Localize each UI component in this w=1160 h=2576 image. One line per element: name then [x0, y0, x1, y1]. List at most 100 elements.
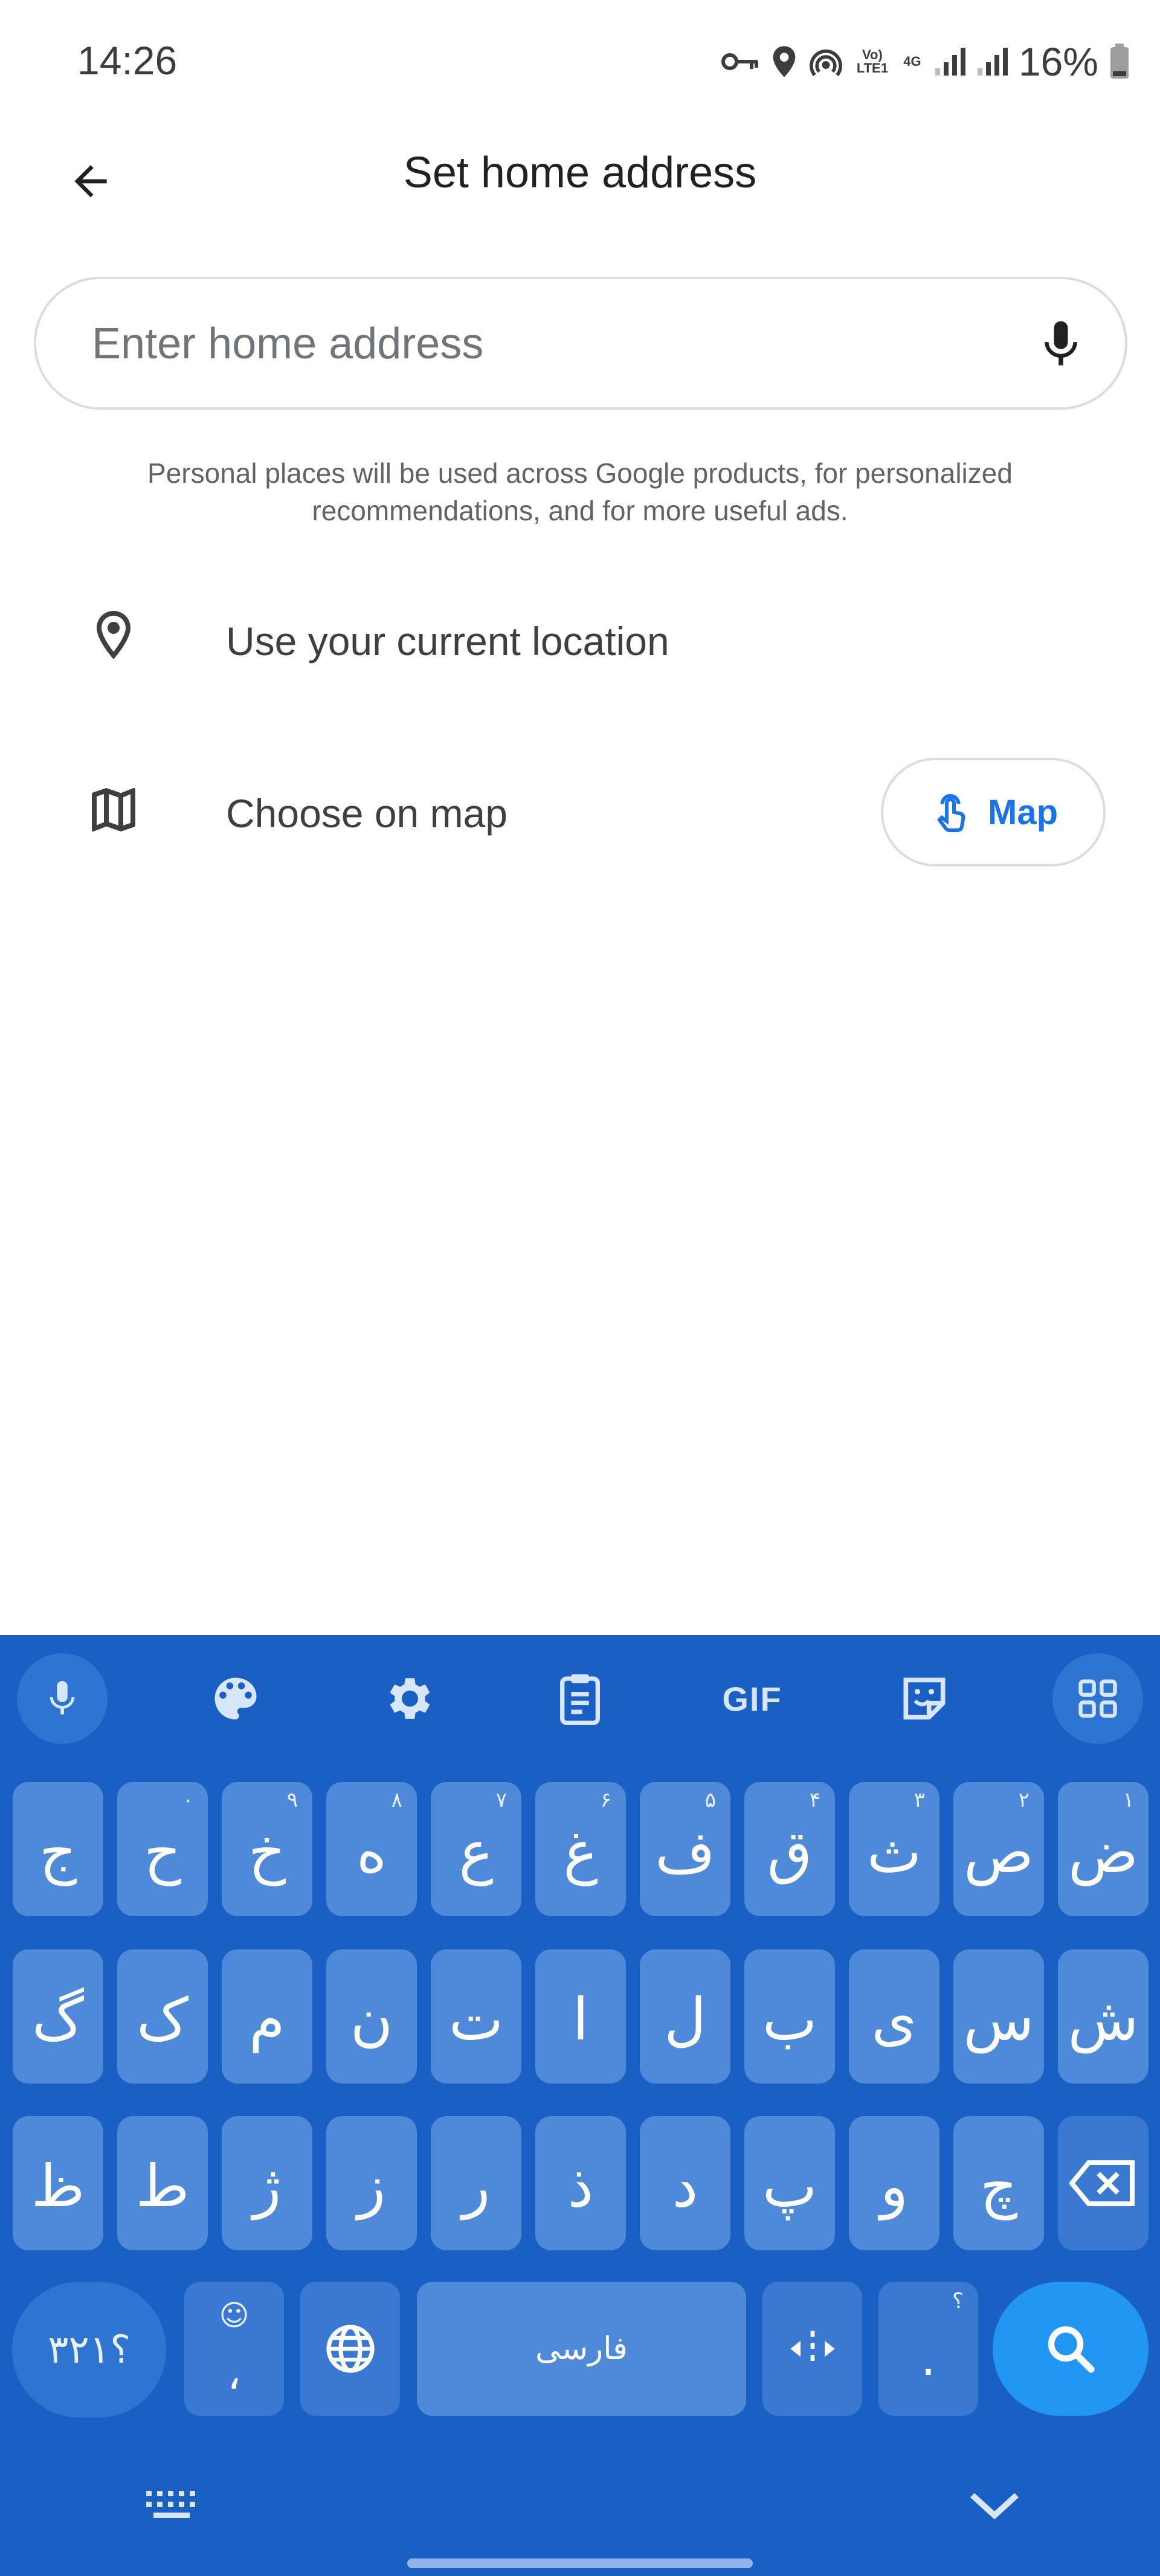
key-hint: ۲	[1018, 1788, 1030, 1812]
key-char: ل	[664, 1986, 706, 2053]
key[interactable]: ۰ح	[117, 1782, 208, 1916]
privacy-disclaimer: Personal places will be used across Goog…	[72, 454, 1088, 529]
page-title: Set home address	[403, 149, 757, 197]
key[interactable]: ۱ض	[1058, 1782, 1149, 1916]
gif-button[interactable]: GIF	[707, 1653, 798, 1744]
language-switch-key[interactable]	[300, 2282, 400, 2416]
key[interactable]: م	[222, 1949, 312, 2084]
key[interactable]: ن	[326, 1949, 417, 2084]
use-current-location-label: Use your current location	[226, 619, 669, 663]
period-label: .	[920, 2329, 936, 2386]
key[interactable]: ل	[640, 1949, 730, 2084]
status-icons: Vo) LTE1 4G 16%	[720, 37, 1130, 86]
key[interactable]: ۷ع	[431, 1782, 521, 1916]
key-char: ذ	[567, 2152, 594, 2220]
theme-button[interactable]	[190, 1653, 281, 1744]
voice-input-button[interactable]	[17, 1653, 108, 1744]
choose-on-map-label: Choose on map	[226, 791, 507, 836]
grid-icon	[1078, 1679, 1117, 1718]
key[interactable]: ظ	[13, 2116, 103, 2250]
emoji-comma-key[interactable]: ☺ ،	[184, 2282, 284, 2416]
keyboard-switch-icon[interactable]	[143, 2487, 201, 2523]
microphone-icon[interactable]	[1033, 315, 1089, 373]
sticker-button[interactable]	[879, 1653, 970, 1744]
gif-label: GIF	[722, 1679, 782, 1718]
touch-hand-icon	[937, 794, 965, 832]
search-box[interactable]	[34, 277, 1127, 410]
keyboard: GIF ۱ض ۲ص ۳ث ۴ق ۵ف ۶غ ۷ع ۸ه ۹خ ۰ح ج ش س …	[0, 1635, 1160, 2576]
disclaimer-line-1: Personal places will be used across Goog…	[147, 457, 1013, 489]
cursor-control-key[interactable]	[762, 2282, 862, 2416]
space-label: فارسی	[535, 2331, 628, 2367]
chevron-down-icon[interactable]	[964, 2484, 1025, 2526]
key-char: ز	[357, 2152, 386, 2220]
key-char: ژ	[253, 2152, 282, 2220]
signal-icon-2	[976, 47, 1008, 77]
hotspot-icon	[808, 46, 843, 77]
cursor-move-icon	[790, 2331, 835, 2367]
settings-button[interactable]	[362, 1653, 453, 1744]
key[interactable]: ۲ص	[953, 1782, 1044, 1916]
keyboard-toolbar: GIF	[0, 1635, 1160, 1756]
key[interactable]: و	[849, 2116, 939, 2250]
key[interactable]: ز	[326, 2116, 417, 2250]
key[interactable]: ۴ق	[744, 1782, 835, 1916]
battery-icon	[1109, 44, 1130, 80]
key[interactable]: ذ	[535, 2116, 626, 2250]
key-char: ص	[963, 1818, 1034, 1886]
key[interactable]: د	[640, 2116, 730, 2250]
key-char: ع	[459, 1818, 494, 1886]
key[interactable]: ژ	[222, 2116, 312, 2250]
clipboard-button[interactable]	[535, 1653, 625, 1744]
key-icon	[720, 50, 760, 74]
key-hint: ۷	[495, 1788, 507, 1812]
key[interactable]: ک	[117, 1949, 208, 2084]
backspace-key[interactable]	[1058, 2116, 1149, 2250]
key[interactable]: ۳ث	[849, 1782, 939, 1916]
key[interactable]: ب	[744, 1949, 835, 2084]
search-icon	[1048, 2326, 1095, 2373]
key-char: ف	[655, 1818, 715, 1886]
location-icon	[771, 45, 798, 79]
map-button-label: Map	[988, 792, 1058, 832]
key[interactable]: ۸ه	[326, 1782, 417, 1916]
key[interactable]: چ	[953, 2116, 1044, 2250]
use-current-location-row[interactable]: Use your current location	[0, 573, 1160, 712]
key-char: ج	[39, 1818, 77, 1886]
key[interactable]: ۶غ	[535, 1782, 626, 1916]
sticker-icon	[903, 1677, 946, 1720]
key-char: ب	[762, 1986, 817, 2053]
key-char: ی	[871, 1986, 917, 2053]
key[interactable]: ی	[849, 1949, 939, 2084]
key-char: ت	[448, 1986, 504, 2053]
map-button[interactable]: Map	[881, 758, 1106, 867]
key-char: ق	[767, 1818, 813, 1886]
key-char: ح	[144, 1818, 181, 1886]
search-input[interactable]	[91, 279, 969, 408]
key-hint: ۴	[809, 1788, 820, 1812]
key[interactable]: ت	[431, 1949, 521, 2084]
gear-icon	[390, 1678, 430, 1719]
key[interactable]: ا	[535, 1949, 626, 2084]
key[interactable]: ۵ف	[640, 1782, 730, 1916]
key[interactable]: پ	[744, 2116, 835, 2250]
search-key[interactable]	[993, 2282, 1149, 2416]
globe-icon	[326, 2325, 375, 2373]
key[interactable]: ر	[431, 2116, 521, 2250]
key[interactable]: ط	[117, 2116, 208, 2250]
key[interactable]: ۹خ	[222, 1782, 312, 1916]
key[interactable]: س	[953, 1949, 1044, 2084]
key-char: ظ	[31, 2152, 85, 2220]
more-tools-button[interactable]	[1052, 1653, 1143, 1744]
space-key[interactable]: فارسی	[417, 2282, 746, 2416]
key-char: س	[963, 1986, 1034, 2053]
key[interactable]: ش	[1058, 1949, 1149, 2084]
gesture-handle[interactable]	[407, 2558, 753, 2568]
period-key[interactable]: ؟ .	[878, 2282, 978, 2416]
key-hint: ۰	[182, 1788, 193, 1812]
key[interactable]: گ	[13, 1949, 103, 2084]
palette-icon	[214, 1677, 257, 1720]
clipboard-icon	[560, 1674, 600, 1726]
numbers-key[interactable]: ؟۳۲۱	[12, 2282, 166, 2418]
key[interactable]: ج	[13, 1782, 103, 1916]
